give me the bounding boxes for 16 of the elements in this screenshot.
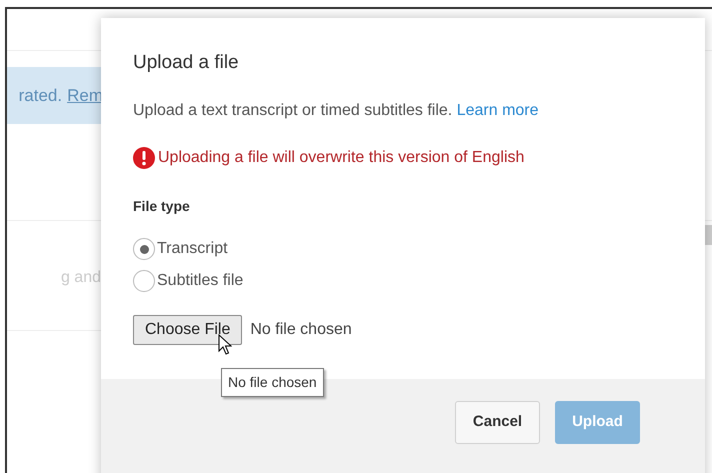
radio-label: Subtitles file	[157, 271, 244, 291]
dialog-title: Upload a file	[133, 51, 240, 75]
cancel-button[interactable]: Cancel	[455, 401, 540, 444]
radio-button[interactable]	[133, 238, 155, 260]
learn-more-link[interactable]: Learn more	[456, 102, 539, 119]
error-icon	[133, 147, 155, 169]
file-type-label: File type	[133, 197, 191, 216]
radio-label: Transcript	[157, 239, 228, 259]
dialog-description: Upload a text transcript or timed subtitles file. Learn more	[133, 101, 540, 121]
file-status: No file chosen	[250, 320, 352, 340]
banner-text: rated.	[18, 84, 62, 107]
radio-button[interactable]	[133, 270, 155, 292]
cursor-icon	[218, 334, 232, 356]
choose-file-button[interactable]: Choose File	[133, 315, 242, 345]
warning-text: Uploading a file will overwrite this version of English	[158, 148, 524, 168]
tooltip: No file chosen	[221, 368, 324, 397]
